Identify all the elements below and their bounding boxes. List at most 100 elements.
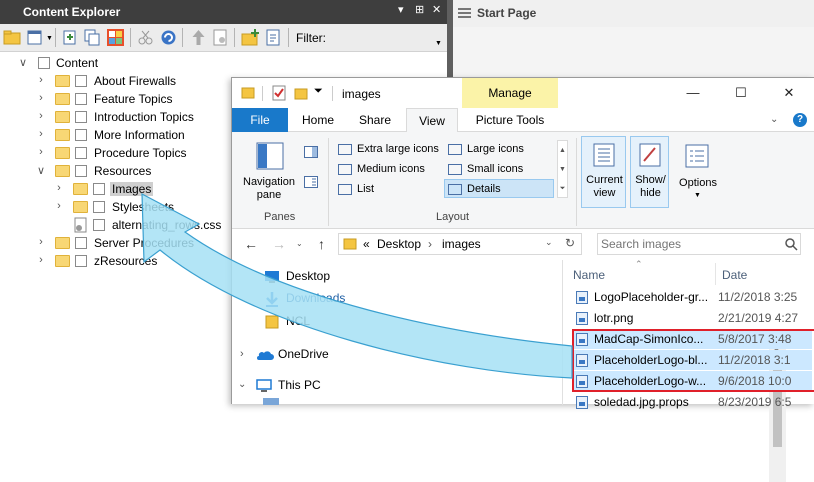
tree-checkbox[interactable]	[75, 237, 87, 249]
tree-checkbox[interactable]	[93, 201, 105, 213]
chevron-down-icon[interactable]: ▼	[46, 35, 53, 42]
tab-home[interactable]: Home	[294, 108, 342, 132]
quick-access-dropdown-icon[interactable]: ⏷	[314, 85, 323, 98]
navigation-pane-icon[interactable]	[256, 142, 284, 170]
folder-icon	[55, 147, 70, 159]
preview-pane-icon[interactable]	[304, 146, 318, 158]
properties-icon[interactable]	[272, 85, 286, 101]
grid-view-icon[interactable]	[105, 27, 126, 48]
search-icon[interactable]	[785, 238, 798, 251]
navigation-pane-button[interactable]: Navigation pane	[238, 176, 300, 202]
nav-item-ncl[interactable]: NCL	[262, 312, 382, 332]
refresh-icon[interactable]: ↻	[565, 236, 575, 250]
recent-dropdown-icon[interactable]: ⌄	[296, 239, 303, 248]
dropdown-icon[interactable]: ▾	[398, 3, 404, 16]
chevron-right-icon[interactable]: ›	[36, 128, 46, 140]
new-folder-icon[interactable]	[294, 86, 308, 100]
breadcrumb-desktop[interactable]: Desktop	[377, 237, 421, 251]
tree-checkbox[interactable]	[75, 93, 87, 105]
options-button[interactable]: Options	[674, 177, 722, 190]
layout-extra-large-icons[interactable]: Extra large icons	[335, 140, 444, 159]
tab-view[interactable]: View	[406, 108, 458, 133]
collapse-ribbon-icon[interactable]: ⌄	[770, 114, 778, 125]
nav-item-desktop[interactable]: Desktop	[262, 267, 382, 287]
tab-file[interactable]: File	[232, 108, 288, 132]
help-icon[interactable]: ?	[793, 113, 807, 127]
nav-item-onedrive[interactable]: OneDrive	[254, 345, 374, 365]
folder-icon	[241, 87, 255, 99]
tree-checkbox[interactable]	[93, 219, 105, 231]
up-icon[interactable]: ↑	[318, 236, 325, 252]
tree-checkbox[interactable]	[75, 75, 87, 87]
nav-item-downloads[interactable]: Downloads	[262, 289, 382, 309]
minimize-button[interactable]: —	[670, 81, 716, 105]
tree-checkbox[interactable]	[75, 255, 87, 267]
filter-dropdown-icon[interactable]: ▼	[435, 40, 442, 47]
options-icon[interactable]	[685, 144, 709, 168]
open-folder-icon[interactable]	[2, 27, 23, 48]
new-folder-icon[interactable]	[240, 27, 261, 48]
chevron-down-icon[interactable]: ∨	[36, 164, 46, 177]
column-header-date[interactable]: Date	[722, 268, 747, 282]
chevron-right-icon[interactable]: ›	[36, 92, 46, 104]
current-view-button[interactable]: Current view	[581, 136, 626, 208]
image-file-icon	[576, 396, 588, 409]
tree-checkbox[interactable]	[75, 165, 87, 177]
back-icon[interactable]: ←	[244, 236, 258, 252]
options-dropdown-icon[interactable]: ▼	[694, 192, 701, 199]
new-window-icon[interactable]	[25, 27, 46, 48]
tab-picture-tools[interactable]: Picture Tools	[462, 108, 558, 132]
refresh-icon[interactable]	[158, 27, 179, 48]
breadcrumb-images[interactable]: images	[442, 237, 481, 251]
chevron-right-icon[interactable]: ›	[36, 110, 46, 122]
close-button[interactable]: ✕	[766, 81, 812, 105]
ribbon-tabs: File Home Share View Picture Tools ⌄ ?	[232, 108, 814, 133]
chevron-right-icon[interactable]: ›	[36, 254, 46, 266]
manage-tab[interactable]: Manage	[462, 78, 558, 108]
pin-icon[interactable]: ⊞	[415, 3, 424, 16]
file-row[interactable]: lotr.png 2/21/2019 4:27	[572, 308, 812, 328]
close-icon[interactable]: ✕	[432, 3, 441, 16]
layout-list[interactable]: List	[335, 180, 444, 199]
chevron-right-icon[interactable]: ›	[36, 74, 46, 86]
properties-icon[interactable]	[210, 27, 231, 48]
filter-input[interactable]	[332, 28, 434, 48]
layout-small-icons[interactable]: Small icons	[445, 160, 555, 179]
tab-share[interactable]: Share	[350, 108, 400, 132]
layout-scroll[interactable]: ▲ ▼ ⏷	[557, 140, 568, 198]
chevron-down-icon[interactable]: ∨	[18, 56, 28, 69]
chevron-right-icon[interactable]: ›	[36, 146, 46, 158]
chevron-right-icon[interactable]: ›	[36, 236, 46, 248]
chevron-down-icon[interactable]: ⌄	[238, 379, 246, 390]
tree-checkbox[interactable]	[75, 147, 87, 159]
chevron-right-icon[interactable]: ›	[240, 348, 244, 360]
layout-large-icons[interactable]: Large icons	[445, 140, 555, 159]
panes-group-label: Panes	[264, 211, 296, 223]
show-hide-button[interactable]: Show/ hide	[630, 136, 669, 208]
address-bar[interactable]: « Desktop › images ⌄ ↻	[338, 233, 582, 255]
layout-medium-icons[interactable]: Medium icons	[335, 160, 444, 179]
search-input[interactable]	[601, 235, 781, 253]
address-dropdown-icon[interactable]: ⌄	[545, 237, 553, 248]
import-icon[interactable]	[263, 27, 284, 48]
layout-details[interactable]: Details	[444, 179, 554, 198]
file-row[interactable]: LogoPlaceholder-gr... 11/2/2018 3:25	[572, 287, 812, 307]
move-up-icon[interactable]	[188, 27, 209, 48]
maximize-button[interactable]: ☐	[718, 81, 764, 105]
tree-checkbox[interactable]	[38, 57, 50, 69]
chevron-right-icon[interactable]: ›	[54, 182, 64, 194]
details-pane-icon[interactable]	[304, 176, 318, 188]
tree-item[interactable]: ∨ Content	[18, 54, 278, 72]
chevron-right-icon[interactable]: ›	[54, 200, 64, 212]
tree-checkbox[interactable]	[93, 183, 105, 195]
tree-checkbox[interactable]	[75, 111, 87, 123]
cut-icon[interactable]	[135, 27, 156, 48]
file-row[interactable]: soledad.jpg.props 8/23/2019 6:5	[572, 392, 812, 412]
add-topic-icon[interactable]	[60, 27, 81, 48]
forward-icon[interactable]: →	[272, 236, 286, 252]
menu-icon[interactable]	[458, 8, 471, 18]
column-header-name[interactable]: Name	[573, 268, 605, 282]
tree-checkbox[interactable]	[75, 129, 87, 141]
nav-item-this-pc[interactable]: This PC	[254, 376, 374, 396]
copy-icon[interactable]	[82, 27, 103, 48]
